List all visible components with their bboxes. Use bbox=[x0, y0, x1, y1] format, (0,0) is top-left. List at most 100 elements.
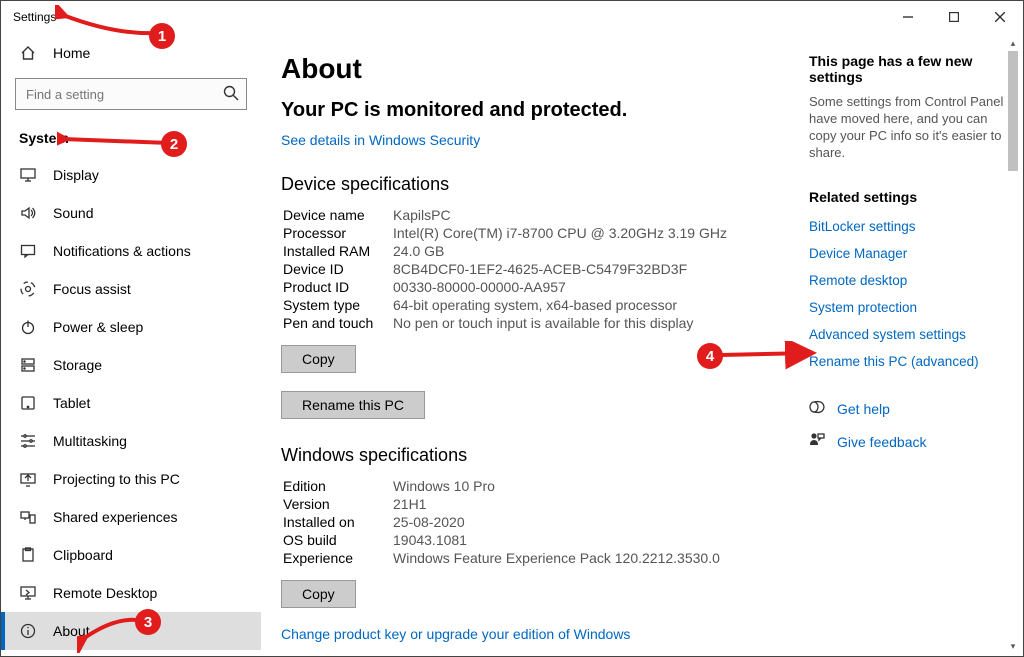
sidebar-item-multitask[interactable]: Multitasking bbox=[1, 422, 261, 460]
right-rail: This page has a few new settings Some se… bbox=[809, 53, 1014, 656]
maximize-button[interactable] bbox=[931, 1, 977, 33]
sidebar-item-label: Power & sleep bbox=[53, 319, 143, 335]
spec-label: Installed on bbox=[283, 514, 391, 530]
get-help-row[interactable]: Get help bbox=[809, 399, 1004, 418]
nav-home-label: Home bbox=[53, 45, 90, 61]
related-link-4[interactable]: Advanced system settings bbox=[809, 327, 1004, 342]
new-settings-desc: Some settings from Control Panel have mo… bbox=[809, 93, 1004, 161]
security-details-link[interactable]: See details in Windows Security bbox=[281, 132, 480, 148]
rename-pc-button[interactable]: Rename this PC bbox=[281, 391, 425, 419]
callout-1: 1 bbox=[149, 23, 175, 49]
page-title: About bbox=[281, 53, 801, 85]
related-link-0[interactable]: BitLocker settings bbox=[809, 219, 1004, 234]
spec-label: Version bbox=[283, 496, 391, 512]
search-input[interactable] bbox=[15, 78, 247, 110]
spec-value: 25-08-2020 bbox=[393, 514, 799, 530]
sound-icon bbox=[19, 204, 37, 222]
remote-icon bbox=[19, 584, 37, 602]
storage-icon bbox=[19, 356, 37, 374]
spec-label: Processor bbox=[283, 225, 391, 241]
focus-icon bbox=[19, 280, 37, 298]
windows-spec-row: Installed on25-08-2020 bbox=[283, 514, 799, 530]
help-icon bbox=[809, 399, 825, 418]
callout-4: 4 bbox=[697, 343, 723, 369]
sidebar-item-sound[interactable]: Sound bbox=[1, 194, 261, 232]
sidebar-item-label: Multitasking bbox=[53, 433, 127, 449]
sidebar-item-tablet[interactable]: Tablet bbox=[1, 384, 261, 422]
spec-value: 00330-80000-00000-AA957 bbox=[393, 279, 799, 295]
device-spec-row: Pen and touchNo pen or touch input is av… bbox=[283, 315, 799, 331]
spec-label: Device name bbox=[283, 207, 391, 223]
spec-value: Windows 10 Pro bbox=[393, 478, 799, 494]
spec-value: KapilsPC bbox=[393, 207, 799, 223]
close-button[interactable] bbox=[977, 1, 1023, 33]
callout-2: 2 bbox=[161, 131, 187, 157]
change-product-key-link[interactable]: Change product key or upgrade your editi… bbox=[281, 626, 630, 642]
related-link-1[interactable]: Device Manager bbox=[809, 246, 1004, 261]
device-spec-row: ProcessorIntel(R) Core(TM) i7-8700 CPU @… bbox=[283, 225, 799, 241]
settings-window: Settings Home bbox=[0, 0, 1024, 657]
sidebar-item-label: Tablet bbox=[53, 395, 90, 411]
sidebar-item-remote[interactable]: Remote Desktop bbox=[1, 574, 261, 612]
sidebar-item-label: About bbox=[53, 623, 90, 639]
spec-value: 21H1 bbox=[393, 496, 799, 512]
notify-icon bbox=[19, 242, 37, 260]
copy-device-spec-button[interactable]: Copy bbox=[281, 345, 356, 373]
sidebar-item-project[interactable]: Projecting to this PC bbox=[1, 460, 261, 498]
about-icon bbox=[19, 622, 37, 640]
sidebar-item-focus[interactable]: Focus assist bbox=[1, 270, 261, 308]
tablet-icon bbox=[19, 394, 37, 412]
new-settings-heading: This page has a few new settings bbox=[809, 53, 1004, 85]
sidebar-item-label: Projecting to this PC bbox=[53, 471, 180, 487]
nav-home[interactable]: Home bbox=[1, 33, 261, 72]
scroll-thumb[interactable] bbox=[1008, 51, 1018, 171]
spec-value: 8CB4DCF0-1EF2-4625-ACEB-C5479F32BD3F bbox=[393, 261, 799, 277]
device-spec-heading: Device specifications bbox=[281, 174, 801, 195]
related-settings-heading: Related settings bbox=[809, 189, 1004, 205]
device-spec-row: Installed RAM24.0 GB bbox=[283, 243, 799, 259]
device-spec-row: System type64-bit operating system, x64-… bbox=[283, 297, 799, 313]
vertical-scrollbar[interactable]: ▴ ▾ bbox=[1005, 35, 1021, 654]
multitask-icon bbox=[19, 432, 37, 450]
sidebar-item-label: Clipboard bbox=[53, 547, 113, 563]
spec-label: Installed RAM bbox=[283, 243, 391, 259]
sidebar-item-power[interactable]: Power & sleep bbox=[1, 308, 261, 346]
related-link-3[interactable]: System protection bbox=[809, 300, 1004, 315]
sidebar-item-about[interactable]: About bbox=[1, 612, 261, 650]
sidebar-item-label: Display bbox=[53, 167, 99, 183]
callout-3: 3 bbox=[135, 609, 161, 635]
give-feedback-row[interactable]: Give feedback bbox=[809, 432, 1004, 451]
sidebar-item-display[interactable]: Display bbox=[1, 156, 261, 194]
device-spec-table: Device nameKapilsPCProcessorIntel(R) Cor… bbox=[281, 205, 801, 333]
minimize-button[interactable] bbox=[885, 1, 931, 33]
search-icon bbox=[223, 85, 239, 104]
spec-label: System type bbox=[283, 297, 391, 313]
windows-spec-table: EditionWindows 10 ProVersion21H1Installe… bbox=[281, 476, 801, 568]
windows-spec-row: Version21H1 bbox=[283, 496, 799, 512]
spec-value: No pen or touch input is available for t… bbox=[393, 315, 799, 331]
device-spec-row: Device nameKapilsPC bbox=[283, 207, 799, 223]
sidebar-item-storage[interactable]: Storage bbox=[1, 346, 261, 384]
clipboard-icon bbox=[19, 546, 37, 564]
give-feedback-link: Give feedback bbox=[837, 434, 927, 450]
copy-windows-spec-button[interactable]: Copy bbox=[281, 580, 356, 608]
related-link-5[interactable]: Rename this PC (advanced) bbox=[809, 354, 1004, 369]
sidebar-item-notify[interactable]: Notifications & actions bbox=[1, 232, 261, 270]
related-link-2[interactable]: Remote desktop bbox=[809, 273, 1004, 288]
display-icon bbox=[19, 166, 37, 184]
windows-spec-heading: Windows specifications bbox=[281, 445, 801, 466]
content-column: About Your PC is monitored and protected… bbox=[281, 53, 801, 656]
spec-value: Intel(R) Core(TM) i7-8700 CPU @ 3.20GHz … bbox=[393, 225, 799, 241]
scroll-up-icon[interactable]: ▴ bbox=[1005, 35, 1021, 51]
scroll-down-icon[interactable]: ▾ bbox=[1005, 638, 1021, 654]
sidebar-item-clipboard[interactable]: Clipboard bbox=[1, 536, 261, 574]
project-icon bbox=[19, 470, 37, 488]
windows-spec-row: EditionWindows 10 Pro bbox=[283, 478, 799, 494]
sidebar-item-label: Sound bbox=[53, 205, 93, 221]
home-icon bbox=[19, 44, 37, 62]
shared-icon bbox=[19, 508, 37, 526]
spec-value: 64-bit operating system, x64-based proce… bbox=[393, 297, 799, 313]
spec-label: Experience bbox=[283, 550, 391, 566]
device-spec-row: Product ID00330-80000-00000-AA957 bbox=[283, 279, 799, 295]
sidebar-item-shared[interactable]: Shared experiences bbox=[1, 498, 261, 536]
